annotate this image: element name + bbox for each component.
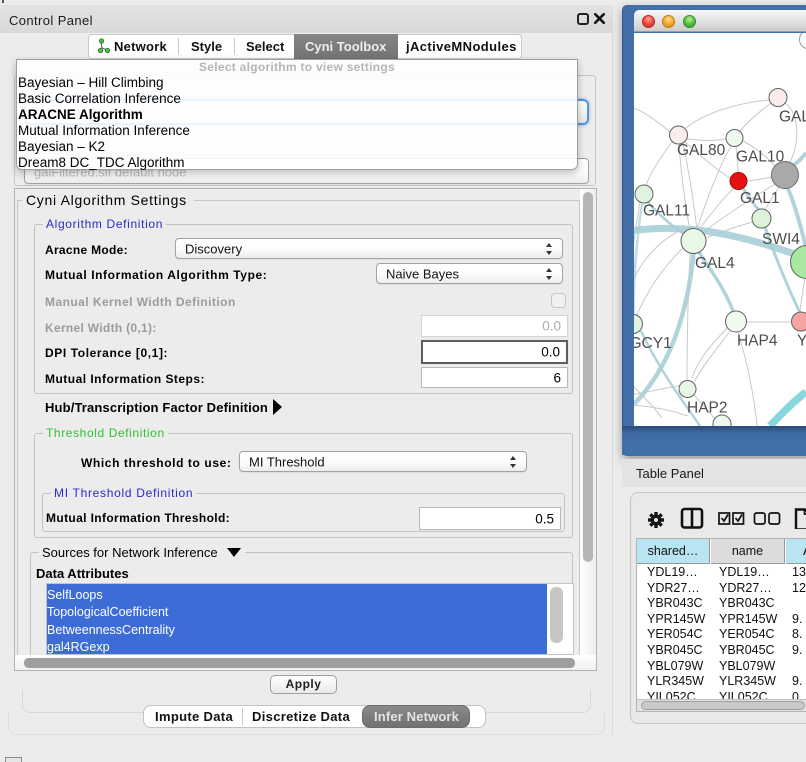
svg-text:GAL11: GAL11 bbox=[643, 203, 690, 220]
svg-text:GAL10: GAL10 bbox=[736, 149, 785, 166]
svg-text:YBR: YBR bbox=[797, 333, 806, 350]
svg-text:HAP4: HAP4 bbox=[737, 333, 778, 350]
svg-text:HAP2: HAP2 bbox=[687, 400, 728, 417]
svg-text:GAL80: GAL80 bbox=[677, 142, 726, 159]
svg-text:SWI4: SWI4 bbox=[762, 231, 800, 248]
svg-text:GAL4: GAL4 bbox=[695, 255, 735, 272]
svg-text:GCY1: GCY1 bbox=[634, 335, 672, 352]
svg-text:GAL7: GAL7 bbox=[779, 109, 806, 126]
svg-text:GAL1: GAL1 bbox=[740, 190, 780, 207]
